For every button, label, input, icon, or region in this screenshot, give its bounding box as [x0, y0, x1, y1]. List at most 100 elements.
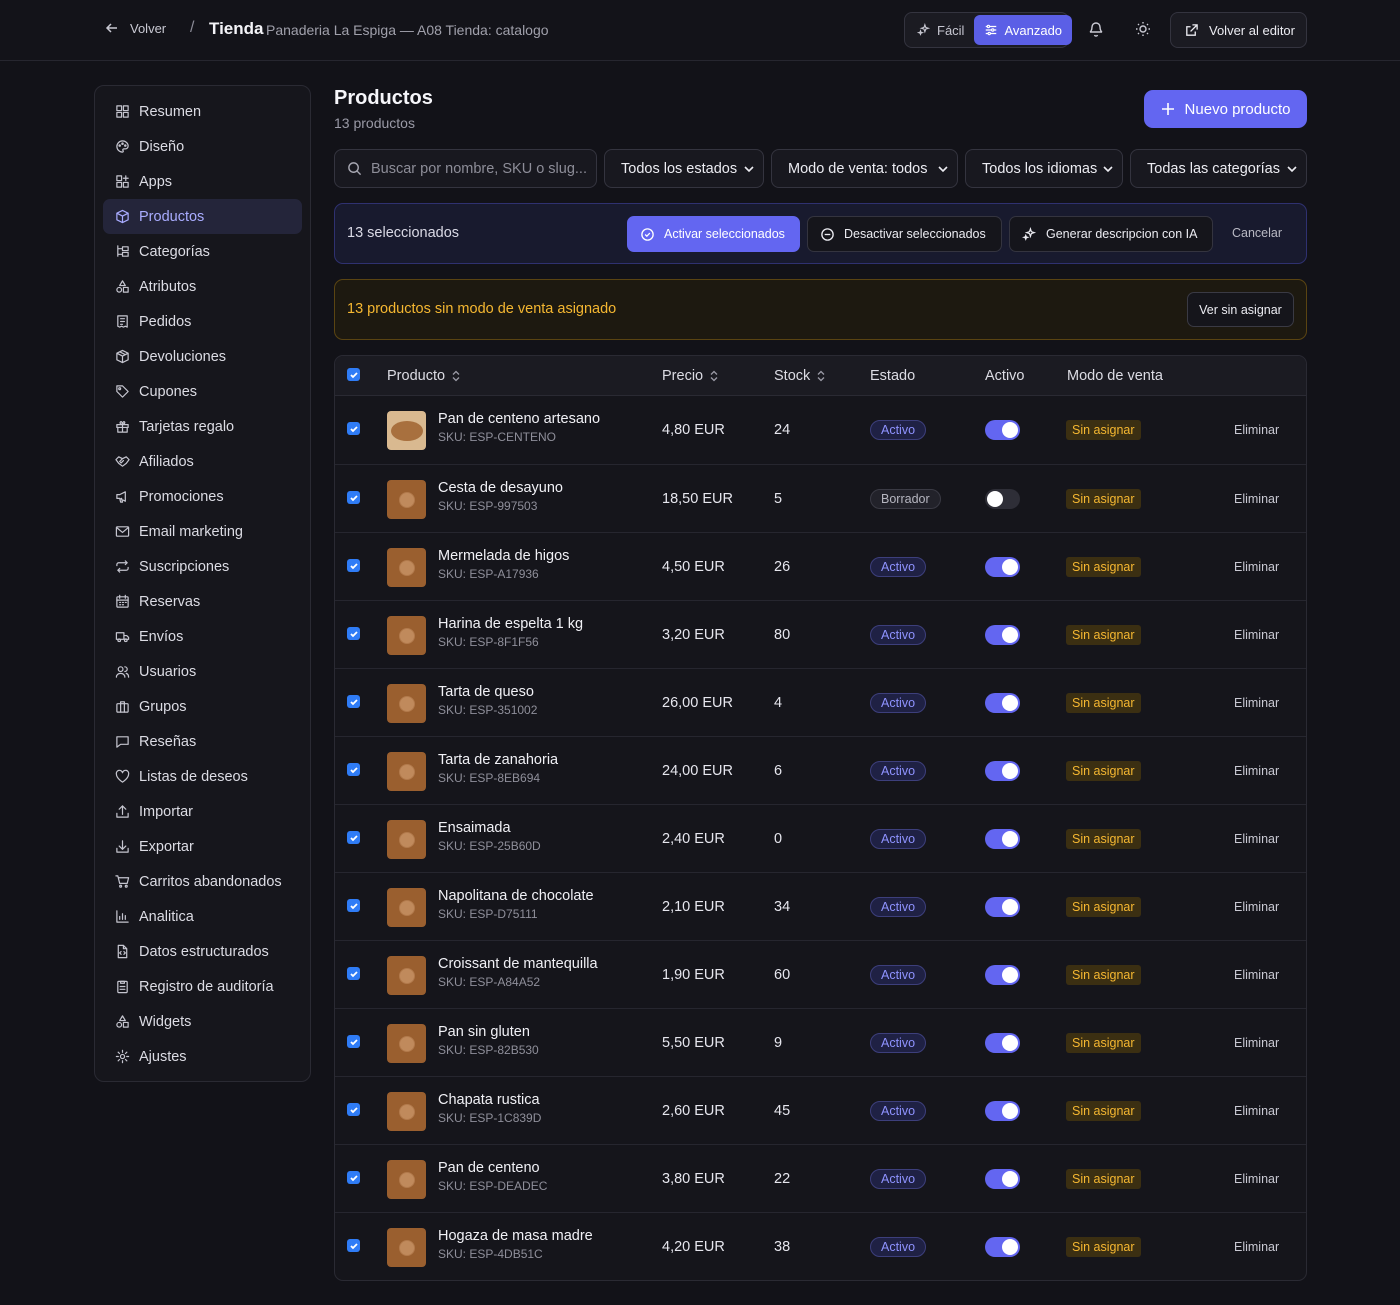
active-toggle[interactable]	[985, 965, 1020, 985]
product-name[interactable]: Croissant de mantequilla	[438, 956, 598, 972]
sidebar-item-afiliados[interactable]: Afiliados	[103, 444, 302, 479]
active-toggle[interactable]	[985, 625, 1020, 645]
sidebar-item-atributos[interactable]: Atributos	[103, 269, 302, 304]
table-row[interactable]: Harina de espelta 1 kg SKU: ESP-8F1F56 3,2…	[335, 600, 1306, 668]
sidebar-item-grupos[interactable]: Grupos	[103, 689, 302, 724]
delete-button[interactable]: Eliminar	[1234, 1172, 1279, 1186]
row-checkbox[interactable]	[347, 695, 360, 708]
column-price[interactable]: Precio	[662, 368, 719, 384]
mode-advanced-button[interactable]: Avanzado	[974, 15, 1073, 45]
row-checkbox[interactable]	[347, 1239, 360, 1252]
sidebar-item-datos-estructurados[interactable]: Datos estructurados	[103, 934, 302, 969]
row-checkbox[interactable]	[347, 899, 360, 912]
row-checkbox[interactable]	[347, 763, 360, 776]
row-checkbox[interactable]	[347, 831, 360, 844]
product-name[interactable]: Cesta de desayuno	[438, 480, 563, 496]
sidebar-item-registro-de-auditoría[interactable]: Registro de auditoría	[103, 969, 302, 1004]
active-toggle[interactable]	[985, 1169, 1020, 1189]
product-name[interactable]: Pan sin gluten	[438, 1024, 530, 1040]
active-toggle[interactable]	[985, 693, 1020, 713]
table-row[interactable]: Cesta de desayuno SKU: ESP-997503 18,50 EU…	[335, 464, 1306, 532]
delete-button[interactable]: Eliminar	[1234, 1104, 1279, 1118]
sidebar-item-diseño[interactable]: Diseño	[103, 129, 302, 164]
row-checkbox[interactable]	[347, 1103, 360, 1116]
deactivate-selected-button[interactable]: Desactivar seleccionados	[807, 216, 1002, 252]
table-row[interactable]: Pan sin gluten SKU: ESP-82B530 5,50 EUR 9 Ac…	[335, 1008, 1306, 1076]
product-name[interactable]: Mermelada de higos	[438, 548, 569, 564]
product-name[interactable]: Ensaimada	[438, 820, 511, 836]
product-name[interactable]: Tarta de zanahoria	[438, 752, 558, 768]
delete-button[interactable]: Eliminar	[1234, 968, 1279, 982]
sidebar-item-exportar[interactable]: Exportar	[103, 829, 302, 864]
sidebar-item-email-marketing[interactable]: Email marketing	[103, 514, 302, 549]
sidebar-item-usuarios[interactable]: Usuarios	[103, 654, 302, 689]
product-name[interactable]: Chapata rustica	[438, 1092, 540, 1108]
table-row[interactable]: Mermelada de higos SKU: ESP-A17936 4,50 EU…	[335, 532, 1306, 600]
delete-button[interactable]: Eliminar	[1234, 1036, 1279, 1050]
sidebar-item-reseñas[interactable]: Reseñas	[103, 724, 302, 759]
delete-button[interactable]: Eliminar	[1234, 900, 1279, 914]
active-toggle[interactable]	[985, 420, 1020, 440]
active-toggle[interactable]	[985, 1101, 1020, 1121]
generate-ai-description-button[interactable]: Generar descripcion con IA	[1009, 216, 1213, 252]
row-checkbox[interactable]	[347, 1171, 360, 1184]
table-row[interactable]: Pan de centeno SKU: ESP-DEADEC 3,80 EUR 22 A…	[335, 1144, 1306, 1212]
active-toggle[interactable]	[985, 761, 1020, 781]
back-button[interactable]: Volver	[104, 20, 166, 36]
sidebar-item-ajustes[interactable]: Ajustes	[103, 1039, 302, 1074]
sale-mode-filter-select[interactable]: Modo de venta: todos	[771, 149, 958, 188]
column-stock[interactable]: Stock	[774, 368, 826, 384]
delete-button[interactable]: Eliminar	[1234, 1240, 1279, 1254]
product-name[interactable]: Hogaza de masa madre	[438, 1228, 593, 1244]
sidebar-item-suscripciones[interactable]: Suscripciones	[103, 549, 302, 584]
sidebar-item-tarjetas-regalo[interactable]: Tarjetas regalo	[103, 409, 302, 444]
row-checkbox[interactable]	[347, 627, 360, 640]
row-checkbox[interactable]	[347, 559, 360, 572]
mode-easy-button[interactable]: Fácil	[907, 15, 974, 45]
table-row[interactable]: Tarta de queso SKU: ESP-351002 26,00 EUR 4 A…	[335, 668, 1306, 736]
product-name[interactable]: Pan de centeno	[438, 1160, 540, 1176]
sidebar-item-productos[interactable]: Productos	[103, 199, 302, 234]
table-row[interactable]: Hogaza de masa madre SKU: ESP-4DB51C 4,20 …	[335, 1212, 1306, 1280]
select-all-checkbox[interactable]	[347, 368, 360, 381]
row-checkbox[interactable]	[347, 1035, 360, 1048]
product-name[interactable]: Napolitana de chocolate	[438, 888, 594, 904]
product-name[interactable]: Harina de espelta 1 kg	[438, 616, 583, 632]
delete-button[interactable]: Eliminar	[1234, 696, 1279, 710]
table-row[interactable]: Napolitana de chocolate SKU: ESP-D75111 2,…	[335, 872, 1306, 940]
active-toggle[interactable]	[985, 1033, 1020, 1053]
status-filter-select[interactable]: Todos los estados	[604, 149, 764, 188]
sidebar-item-categorías[interactable]: Categorías	[103, 234, 302, 269]
active-toggle[interactable]	[985, 829, 1020, 849]
sidebar-item-pedidos[interactable]: Pedidos	[103, 304, 302, 339]
sidebar-item-devoluciones[interactable]: Devoluciones	[103, 339, 302, 374]
sidebar-item-importar[interactable]: Importar	[103, 794, 302, 829]
row-checkbox[interactable]	[347, 967, 360, 980]
delete-button[interactable]: Eliminar	[1234, 492, 1279, 506]
active-toggle[interactable]	[985, 897, 1020, 917]
category-filter-select[interactable]: Todas las categorías	[1130, 149, 1307, 188]
cancel-selection-button[interactable]: Cancelar	[1232, 226, 1282, 240]
active-toggle[interactable]	[985, 557, 1020, 577]
sun-icon[interactable]	[1134, 20, 1152, 38]
sidebar-item-carritos-abandonados[interactable]: Carritos abandonados	[103, 864, 302, 899]
sidebar-item-reservas[interactable]: Reservas	[103, 584, 302, 619]
row-checkbox[interactable]	[347, 491, 360, 504]
sidebar-item-resumen[interactable]: Resumen	[103, 94, 302, 129]
column-product[interactable]: Producto	[387, 368, 461, 384]
bell-icon[interactable]	[1087, 20, 1105, 38]
search-input[interactable]	[371, 160, 586, 177]
product-name[interactable]: Pan de centeno artesano	[438, 411, 600, 427]
table-row[interactable]: Pan de centeno artesano SKU: ESP-CENTENO 4…	[335, 396, 1306, 464]
sidebar-item-analitica[interactable]: Analitica	[103, 899, 302, 934]
back-to-editor-button[interactable]: Volver al editor	[1170, 12, 1307, 48]
language-filter-select[interactable]: Todos los idiomas	[965, 149, 1123, 188]
delete-button[interactable]: Eliminar	[1234, 832, 1279, 846]
sidebar-item-listas-de-deseos[interactable]: Listas de deseos	[103, 759, 302, 794]
active-toggle[interactable]	[985, 489, 1020, 509]
sidebar-item-envíos[interactable]: Envíos	[103, 619, 302, 654]
delete-button[interactable]: Eliminar	[1234, 423, 1279, 437]
activate-selected-button[interactable]: Activar seleccionados	[627, 216, 800, 252]
table-row[interactable]: Tarta de zanahoria SKU: ESP-8EB694 24,00 E…	[335, 736, 1306, 804]
active-toggle[interactable]	[985, 1237, 1020, 1257]
